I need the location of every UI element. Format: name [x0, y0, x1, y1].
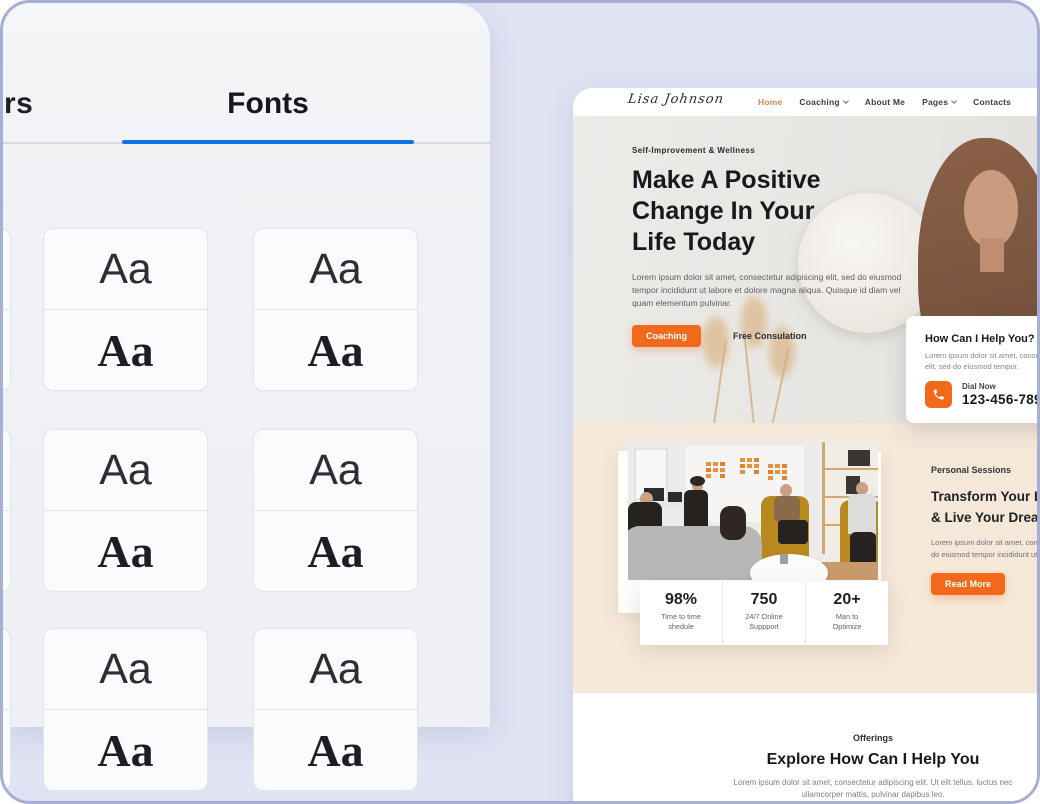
- font-sample-serif: Aa: [97, 525, 153, 578]
- nav-about-me[interactable]: About Me: [865, 97, 905, 107]
- read-more-button[interactable]: Read More: [931, 573, 1005, 595]
- font-card-cutoff[interactable]: [0, 628, 11, 791]
- stat-support: 750 24/7 OnlineSuppport: [722, 581, 805, 645]
- font-sample-sans: Aa: [309, 446, 362, 495]
- personal-sessions-copy: Personal Sessions Transform Your Life & …: [931, 465, 1040, 595]
- font-sample-serif: Aa: [307, 724, 363, 777]
- offerings-paragraph: Lorem ipsum dolor sit amet, consectetur …: [728, 777, 1018, 801]
- website-preview: Lisa Johnson Home Coaching About Me Page…: [573, 88, 1040, 804]
- font-sample-sans: Aa: [99, 245, 152, 294]
- coaching-button[interactable]: Coaching: [632, 325, 701, 347]
- offerings-section: Offerings Explore How Can I Help You Lor…: [573, 693, 1040, 804]
- hero-photo-woman-face: [964, 170, 1018, 248]
- tab-fonts[interactable]: Fonts: [122, 87, 414, 121]
- stat-schedule: 98% Time to timeshedule: [640, 581, 722, 645]
- font-card-cutoff[interactable]: [0, 429, 11, 592]
- site-logo[interactable]: Lisa Johnson: [627, 92, 725, 107]
- sessions-eyebrow: Personal Sessions: [931, 465, 1040, 475]
- nav-contacts[interactable]: Contacts: [973, 97, 1011, 107]
- phone-number[interactable]: 123-456-7890: [962, 392, 1040, 407]
- meeting-photo: [628, 440, 878, 580]
- tab-colors-partial[interactable]: rs: [4, 87, 33, 121]
- font-card-cutoff[interactable]: [0, 228, 11, 391]
- help-card: How Can I Help You? Lorem ipsum dolor si…: [906, 316, 1040, 423]
- font-pair-card[interactable]: Aa Aa: [43, 628, 208, 791]
- hero-photo-woman: [980, 238, 1004, 272]
- font-sample-sans: Aa: [309, 245, 362, 294]
- chevron-down-icon: [951, 98, 957, 104]
- free-consultation-link[interactable]: Free Consulation: [733, 331, 807, 341]
- sessions-title: Transform Your Life & Live Your Dreams: [931, 486, 1040, 528]
- font-sample-sans: Aa: [309, 645, 362, 694]
- font-pair-card[interactable]: Aa Aa: [253, 429, 418, 592]
- hero-copy: Self-Improvement & Wellness Make A Posit…: [632, 146, 932, 347]
- offerings-eyebrow: Offerings: [573, 733, 1040, 743]
- font-sample-sans: Aa: [99, 645, 152, 694]
- site-header: Lisa Johnson Home Coaching About Me Page…: [573, 88, 1040, 116]
- phone-icon[interactable]: [925, 381, 952, 408]
- font-sample-serif: Aa: [97, 724, 153, 777]
- nav-pages[interactable]: Pages: [922, 97, 956, 107]
- font-sample-sans: Aa: [99, 446, 152, 495]
- font-pair-card[interactable]: Aa Aa: [43, 429, 208, 592]
- help-card-text: Lorem ipsum dolor sit amet, consectetur …: [925, 350, 1040, 372]
- offerings-title: Explore How Can I Help You: [573, 751, 1040, 769]
- stats-card: 98% Time to timeshedule 750 24/7 OnlineS…: [640, 581, 888, 645]
- sessions-paragraph: Lorem ipsum dolor sit amet, consectetur …: [931, 537, 1040, 560]
- active-tab-underline: [122, 140, 414, 144]
- nav-coaching[interactable]: Coaching: [799, 97, 847, 107]
- dial-now-label: Dial Now: [962, 382, 1040, 391]
- nav-home[interactable]: Home: [758, 97, 782, 107]
- app-screen: rs Fonts Aa Aa Aa Aa Aa Aa Aa Aa: [0, 0, 1040, 804]
- stat-optimize: 20+ Man toOptimize: [805, 581, 888, 645]
- font-pair-card[interactable]: Aa Aa: [253, 228, 418, 391]
- site-nav: Home Coaching About Me Pages Contacts: [758, 88, 1011, 116]
- font-pair-card[interactable]: Aa Aa: [253, 628, 418, 791]
- fonts-panel: rs Fonts Aa Aa Aa Aa Aa Aa Aa Aa: [3, 3, 490, 727]
- font-sample-serif: Aa: [97, 324, 153, 377]
- chevron-down-icon: [843, 98, 849, 104]
- help-card-title: How Can I Help You?: [925, 333, 1040, 345]
- hero-title: Make A Positive Change In Your Life Toda…: [632, 165, 932, 258]
- font-sample-serif: Aa: [307, 525, 363, 578]
- hero-eyebrow: Self-Improvement & Wellness: [632, 146, 932, 155]
- sessions-section: 98% Time to timeshedule 750 24/7 OnlineS…: [573, 423, 1040, 693]
- hero-paragraph: Lorem ipsum dolor sit amet, consectetur …: [632, 271, 922, 310]
- font-sample-serif: Aa: [307, 324, 363, 377]
- font-pair-card[interactable]: Aa Aa: [43, 228, 208, 391]
